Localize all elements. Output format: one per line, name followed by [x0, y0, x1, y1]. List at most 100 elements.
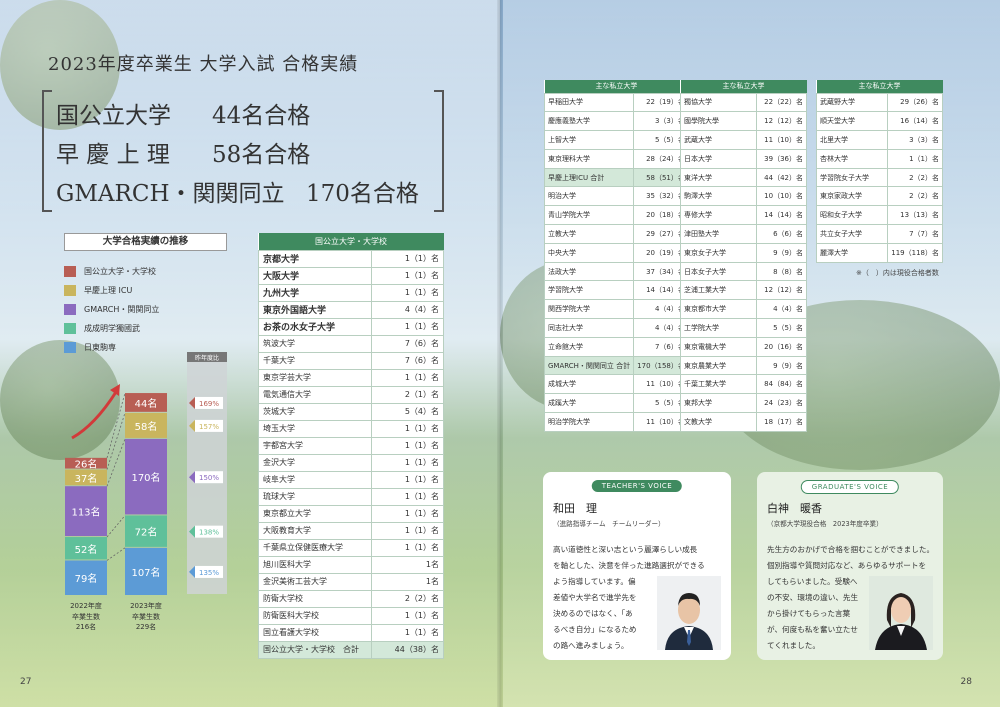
page-spine — [497, 0, 503, 707]
pass-count: 84（84）名 — [756, 374, 807, 395]
category-note: 卒業生数 — [72, 612, 100, 621]
pass-count: 24（23）名 — [756, 393, 807, 414]
table-row: 東洋大学 44（42）名 — [680, 167, 807, 188]
table-row: 同志社大学 4（4）名 — [543, 318, 689, 338]
table-row: 共立女子大学 7（7）名 — [815, 224, 943, 244]
table-row: 武蔵野大学 29（26）名 — [815, 92, 943, 113]
data-label: 72名 — [135, 526, 158, 539]
university-name: 昭和女子大学 — [815, 205, 889, 226]
total-value: 44（38）名 — [371, 640, 444, 659]
graduate-name: 白神 暖香 — [767, 502, 822, 515]
table-row: 日本女子大学 8（8）名 — [680, 261, 807, 282]
connector-line — [106, 515, 126, 538]
message-line: 個別指導や質問対応など、あらゆるサポートを — [767, 561, 927, 570]
legend-label: 国公立大学・大学校 — [84, 266, 156, 276]
table-row: 中央大学 20（19）名 — [543, 242, 689, 263]
pass-count: 16（14）名 — [887, 111, 943, 132]
table-header: 主な私立大学 — [680, 80, 807, 93]
table-row: 東京理科大学 28（24）名 — [543, 148, 689, 169]
table-row: 順天堂大学 16（14）名 — [815, 111, 943, 132]
pass-count: 2（2）名 — [371, 589, 444, 608]
data-label: 26名 — [75, 458, 98, 471]
legend-swatch — [64, 303, 76, 315]
table-row: 芝浦工業大学 12（12）名 — [680, 280, 807, 301]
table-row: 駒澤大学 10（10）名 — [680, 186, 807, 207]
chart-title: 大学合格実績の推移 — [64, 233, 227, 251]
headline-label: 早 慶 上 理 — [56, 142, 170, 168]
university-name: 芝浦工業大学 — [680, 280, 757, 301]
university-name: 学習院女子大学 — [815, 167, 889, 188]
university-name: 早慶上理ICU 合計 — [543, 167, 635, 188]
category-note: 229名 — [136, 622, 156, 631]
pass-count: 8（8）名 — [756, 261, 807, 282]
university-name: 旭川医科大学 — [258, 555, 372, 574]
headline-national: 国公立大学 44名合格 — [56, 96, 310, 130]
table-row: 茨城大学 5（4）名 — [258, 402, 444, 421]
table-row: 東邦大学 24（23）名 — [680, 393, 807, 414]
table-row: 防衛医科大学校 1（1）名 — [258, 606, 444, 625]
pass-count: 1（1）名 — [371, 453, 444, 472]
pass-count: 2（1）名 — [371, 385, 444, 404]
table-row: 筑波大学 7（6）名 — [258, 334, 444, 353]
graduate-photo — [869, 576, 933, 650]
pass-count: 2（2）名 — [887, 186, 943, 207]
pass-count: 5（4）名 — [371, 402, 444, 421]
university-name: 北里大学 — [815, 130, 889, 150]
university-name: 国立看護大学校 — [258, 623, 372, 642]
pass-count: 29（26）名 — [887, 92, 943, 113]
table-row: 大阪教育大学 1（1）名 — [258, 521, 444, 540]
university-name: 國學院大學 — [680, 111, 757, 132]
university-name: 立教大学 — [543, 224, 635, 244]
data-label: 113名 — [71, 506, 100, 519]
headline-label: GMARCH・関関同立 — [56, 181, 285, 207]
table-total-row: 国公立大学・大学校 合計 44（38）名 — [258, 640, 444, 659]
university-name: 東邦大学 — [680, 393, 757, 414]
ratio-header-label: 昨年度比 — [195, 354, 219, 362]
table-row: 九州大学 1（1）名 — [258, 283, 444, 302]
university-name: 中央大学 — [543, 242, 635, 263]
university-name: 防衛大学校 — [258, 589, 372, 608]
table-header: 国公立大学・大学校 — [258, 233, 444, 250]
university-name: 埼玉大学 — [258, 419, 372, 438]
university-name: 青山学院大学 — [543, 205, 635, 226]
university-name: 東京都市大学 — [680, 299, 757, 320]
legend-label: 成成明学獨國武 — [84, 323, 140, 333]
table-row: 東京電機大学 20（16）名 — [680, 336, 807, 357]
university-name: 関西学院大学 — [543, 299, 635, 320]
page-number-left: 27 — [20, 677, 32, 687]
headline-gmarch: GMARCH・関関同立 170名合格 — [56, 174, 419, 208]
university-name: 琉球大学 — [258, 487, 372, 506]
legend-swatch — [64, 322, 76, 334]
national-university-table: 国公立大学・大学校 京都大学 1（1）名 大阪大学 1（1）名 九州大学 1（1）名 東京外… — [258, 233, 444, 659]
pass-count: 3（3）名 — [887, 130, 943, 150]
university-name: 東洋大学 — [680, 167, 757, 188]
university-name: 大阪教育大学 — [258, 521, 372, 540]
university-name: 筑波大学 — [258, 334, 372, 353]
university-name: 東京電機大学 — [680, 336, 757, 357]
table-row: 千葉工業大学 84（84）名 — [680, 374, 807, 395]
table-row: 東京都市大学 4（4）名 — [680, 299, 807, 320]
table-row: 明治学院大学 11（10）名 — [543, 412, 689, 432]
table-row: 京都大学 1（1）名 — [258, 249, 444, 268]
university-name: 同志社大学 — [543, 318, 635, 338]
table-row: 立教大学 29（27）名 — [543, 224, 689, 244]
university-name: 共立女子大学 — [815, 224, 889, 244]
pass-count: 14（14）名 — [756, 205, 807, 226]
data-label: 44名 — [135, 397, 158, 410]
pass-count: 1（1）名 — [371, 317, 444, 336]
table-row: 明治大学 35（32）名 — [543, 186, 689, 207]
table-row: 東京家政大学 2（2）名 — [815, 186, 943, 207]
university-name: 麗澤大学 — [815, 242, 889, 263]
table-row: 津田塾大学 6（6）名 — [680, 224, 807, 244]
table-row: 慶應義塾大学 3（3）名 — [543, 111, 689, 132]
pass-count: 1（1）名 — [371, 470, 444, 489]
university-name: 工学院大学 — [680, 318, 757, 338]
pass-count: 10（10）名 — [756, 186, 807, 207]
growth-arrow — [71, 391, 118, 440]
university-name: 千葉大学 — [258, 351, 372, 370]
legend-item: 国公立大学・大学校 — [64, 262, 159, 280]
table-row: 國學院大學 12（12）名 — [680, 111, 807, 132]
page-title: 2023年度卒業生 大学入試 合格実績 — [48, 54, 359, 75]
legend-item: GMARCH・関関同立 — [64, 300, 159, 318]
university-name: 日本女子大学 — [680, 261, 757, 282]
